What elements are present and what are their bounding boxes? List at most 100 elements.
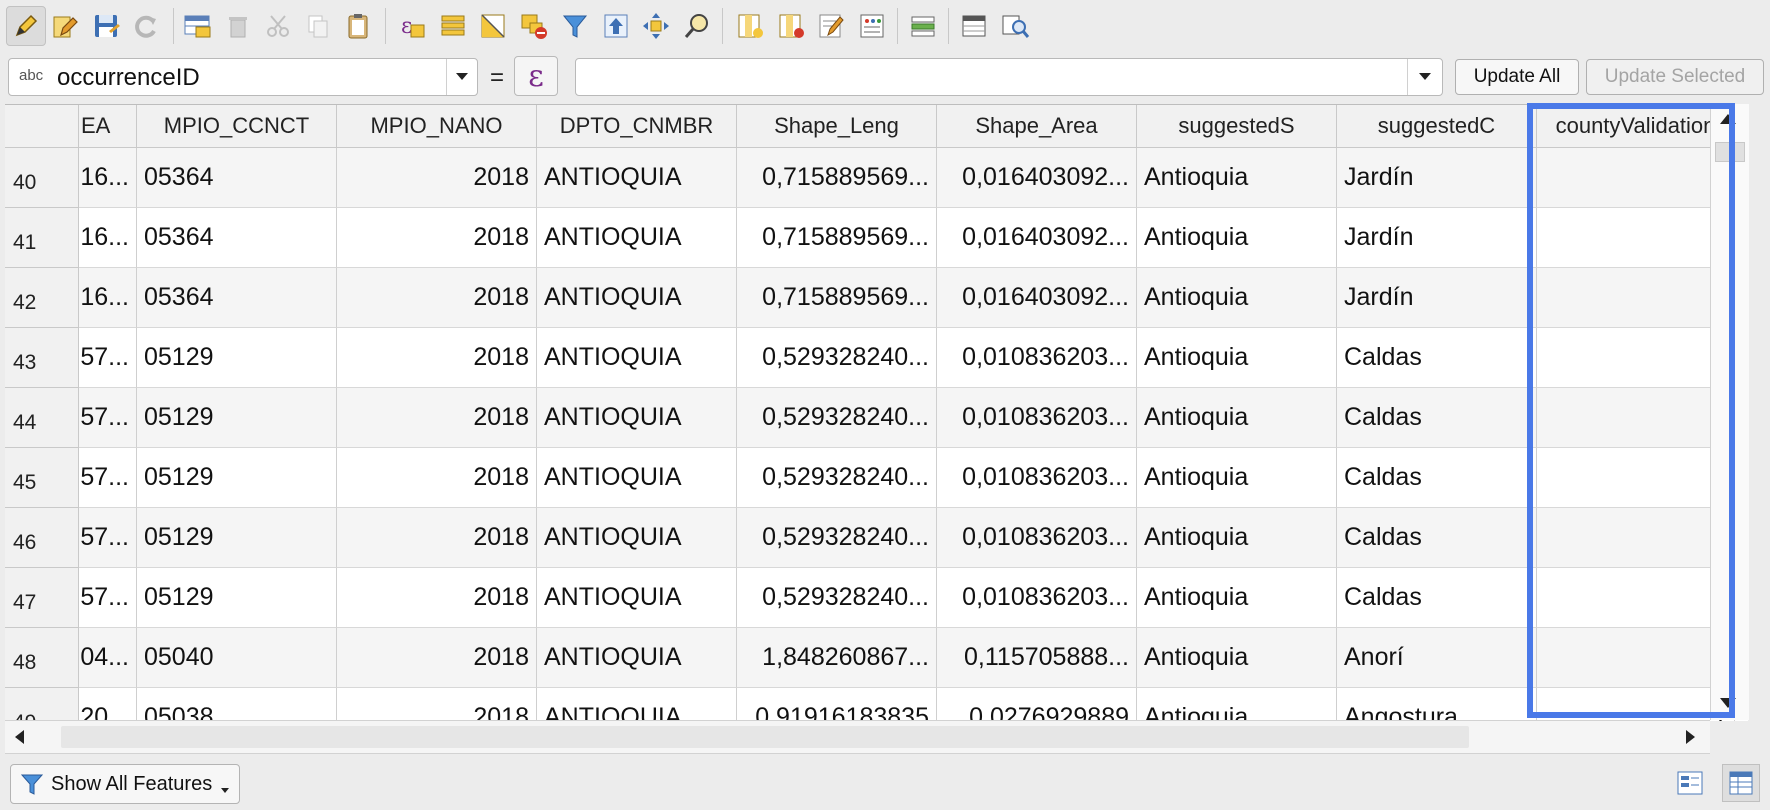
cell-suggested-state[interactable]: Antioquia: [1137, 568, 1337, 628]
cell-shape-area[interactable]: 0,010836203...: [937, 328, 1137, 388]
select-all-icon[interactable]: [433, 6, 473, 46]
column-header[interactable]: EA: [79, 105, 137, 148]
cell-shape-leng[interactable]: 0,529328240...: [737, 508, 937, 568]
cell-shape-area[interactable]: 0,010836203...: [937, 508, 1137, 568]
cell-county-validation[interactable]: 0: [1537, 208, 1735, 268]
scroll-up-icon[interactable]: [1719, 112, 1737, 131]
cell-suggested-state[interactable]: Antioquia: [1137, 448, 1337, 508]
table-row[interactable]: 43 57... 05129 2018 ANTIOQUIA 0,529328240... 0…: [5, 328, 1748, 388]
cell-county-validation[interactable]: 0: [1537, 268, 1735, 328]
table-view-icon[interactable]: [1722, 764, 1760, 802]
cell-shape-leng[interactable]: 0,715889569...: [737, 208, 937, 268]
cell-shape-area[interactable]: 0,016403092...: [937, 268, 1137, 328]
delete-feature-icon[interactable]: [218, 6, 258, 46]
table-row[interactable]: 41 16... 05364 2018 ANTIOQUIA 0,715889569... 0…: [5, 208, 1748, 268]
field-calculator-icon[interactable]: [811, 6, 851, 46]
cell-dpto-cnmbr[interactable]: ANTIOQUIA: [537, 268, 737, 328]
cell-county-validation[interactable]: 1: [1537, 388, 1735, 448]
cell-suggested-county[interactable]: Caldas: [1337, 328, 1537, 388]
row-number[interactable]: 43: [5, 328, 79, 388]
horizontal-scroll-thumb[interactable]: [61, 726, 1469, 748]
table-row[interactable]: 45 57... 05129 2018 ANTIOQUIA 0,529328240... 0…: [5, 448, 1748, 508]
row-number[interactable]: 46: [5, 508, 79, 568]
cell-suggested-county[interactable]: Jardín: [1337, 268, 1537, 328]
cell-suggested-state[interactable]: Antioquia: [1137, 268, 1337, 328]
column-header[interactable]: MPIO_NANO: [337, 105, 537, 148]
cell-suggested-county[interactable]: Anorí: [1337, 628, 1537, 688]
cell-suggested-county[interactable]: Jardín: [1337, 208, 1537, 268]
column-header[interactable]: suggestedC: [1337, 105, 1537, 148]
cell-shape-leng[interactable]: 0,91916183835: [737, 688, 937, 721]
cell-shape-area[interactable]: 0,010836203...: [937, 448, 1137, 508]
reload-icon[interactable]: [126, 6, 166, 46]
cell-mpio-ccnct[interactable]: 05129: [137, 388, 337, 448]
table-row[interactable]: 48 04... 05040 2018 ANTIOQUIA 1,848260867... 0…: [5, 628, 1748, 688]
cell-shape-area[interactable]: 0,016403092...: [937, 208, 1137, 268]
cell-area[interactable]: 04...: [79, 628, 137, 688]
new-field-icon[interactable]: [730, 6, 770, 46]
cell-dpto-cnmbr[interactable]: ANTIOQUIA: [537, 208, 737, 268]
cell-suggested-state[interactable]: Antioquia: [1137, 688, 1337, 721]
column-header[interactable]: suggestedS: [1137, 105, 1337, 148]
cell-shape-leng[interactable]: 0,715889569...: [737, 268, 937, 328]
actions-icon[interactable]: [903, 6, 943, 46]
zoom-map-icon[interactable]: [995, 6, 1035, 46]
cell-area[interactable]: 16...: [79, 268, 137, 328]
cell-county-validation[interactable]: 1: [1537, 688, 1735, 721]
cell-suggested-state[interactable]: Antioquia: [1137, 388, 1337, 448]
cell-shape-area[interactable]: 0,010836203...: [937, 568, 1137, 628]
deselect-all-icon[interactable]: [514, 6, 554, 46]
cell-suggested-state[interactable]: Antioquia: [1137, 148, 1337, 208]
column-header-county-validation[interactable]: countyValidation: [1537, 105, 1735, 148]
cell-suggested-state[interactable]: Antioquia: [1137, 328, 1337, 388]
cut-icon[interactable]: [258, 6, 298, 46]
cell-dpto-cnmbr[interactable]: ANTIOQUIA: [537, 628, 737, 688]
cell-mpio-nano[interactable]: 2018: [337, 388, 537, 448]
cell-mpio-ccnct[interactable]: 05129: [137, 508, 337, 568]
dock-table-icon[interactable]: [954, 6, 994, 46]
cell-mpio-ccnct[interactable]: 05129: [137, 328, 337, 388]
cell-area[interactable]: 57...: [79, 568, 137, 628]
cell-mpio-ccnct[interactable]: 05129: [137, 568, 337, 628]
cell-suggested-county[interactable]: Caldas: [1337, 448, 1537, 508]
horizontal-scrollbar[interactable]: [5, 720, 1710, 754]
chevron-down-icon[interactable]: [1407, 59, 1442, 95]
cell-suggested-county[interactable]: Angostura: [1337, 688, 1537, 721]
cell-mpio-ccnct[interactable]: 05040: [137, 628, 337, 688]
cell-area[interactable]: 57...: [79, 448, 137, 508]
cell-mpio-nano[interactable]: 2018: [337, 628, 537, 688]
save-edits-icon[interactable]: [86, 6, 126, 46]
row-number[interactable]: 49: [5, 688, 79, 721]
cell-area[interactable]: 16...: [79, 148, 137, 208]
vertical-scrollbar[interactable]: [1710, 104, 1749, 720]
row-number[interactable]: 41: [5, 208, 79, 268]
cell-mpio-ccnct[interactable]: 05364: [137, 208, 337, 268]
row-number[interactable]: 48: [5, 628, 79, 688]
cell-suggested-county[interactable]: Caldas: [1337, 568, 1537, 628]
cell-shape-leng[interactable]: 0,715889569...: [737, 148, 937, 208]
cell-area[interactable]: 57...: [79, 388, 137, 448]
scroll-down-icon[interactable]: [1719, 696, 1737, 715]
cell-county-validation[interactable]: 1: [1537, 328, 1735, 388]
cell-mpio-ccnct[interactable]: 05038: [137, 688, 337, 721]
pan-to-selection-icon[interactable]: [636, 6, 676, 46]
cell-dpto-cnmbr[interactable]: ANTIOQUIA: [537, 688, 737, 721]
add-feature-icon[interactable]: [178, 6, 218, 46]
cell-mpio-ccnct[interactable]: 05364: [137, 148, 337, 208]
edit-pencil-icon[interactable]: [6, 6, 46, 46]
cell-county-validation[interactable]: 1: [1537, 448, 1735, 508]
cell-suggested-state[interactable]: Antioquia: [1137, 628, 1337, 688]
cell-shape-leng[interactable]: 0,529328240...: [737, 448, 937, 508]
conditional-formatting-icon[interactable]: [852, 6, 892, 46]
column-header[interactable]: MPIO_CCNCT: [137, 105, 337, 148]
scroll-left-icon[interactable]: [13, 729, 25, 750]
scroll-right-icon[interactable]: [1685, 729, 1697, 750]
cell-county-validation[interactable]: 0: [1537, 628, 1735, 688]
cell-mpio-nano[interactable]: 2018: [337, 568, 537, 628]
cell-mpio-nano[interactable]: 2018: [337, 688, 537, 721]
update-all-button[interactable]: Update All: [1455, 59, 1579, 95]
multi-edit-icon[interactable]: [46, 6, 86, 46]
cell-mpio-nano[interactable]: 2018: [337, 268, 537, 328]
cell-county-validation[interactable]: 1: [1537, 508, 1735, 568]
cell-shape-leng[interactable]: 0,529328240...: [737, 328, 937, 388]
